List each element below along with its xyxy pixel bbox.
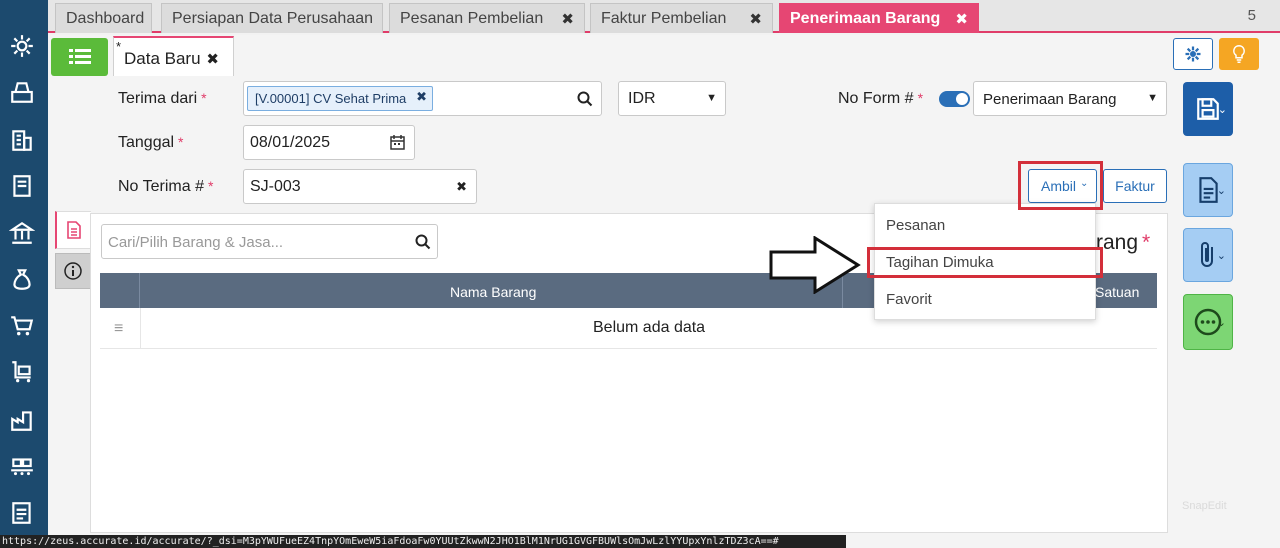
vendor-tag-label: [V.00001] CV Sehat Prima <box>255 91 407 106</box>
tab-count-badge[interactable]: 5 <box>1248 7 1256 24</box>
empty-state-text: Belum ada data <box>593 319 706 336</box>
watermark-text: SnapEdit <box>1182 500 1227 512</box>
ambil-highlight-box <box>1018 161 1103 210</box>
info-tab[interactable] <box>55 253 91 289</box>
tab-label: Pesanan Pembelian <box>400 9 544 27</box>
status-bar-url: https://zeus.accurate.id/accurate/?_dsi=… <box>0 535 846 548</box>
tab-label: Faktur Pembelian <box>601 9 727 27</box>
list-menu-button[interactable] <box>51 38 108 76</box>
shopping-cart-icon[interactable] <box>8 312 36 340</box>
tab-bar: Dashboard Persiapan Data Perusahaan Pesa… <box>48 0 1280 33</box>
cash-register-icon[interactable] <box>8 78 36 106</box>
document-icon <box>67 221 81 239</box>
column-nama-barang[interactable]: Nama Barang <box>450 284 536 300</box>
purchase-cart-icon[interactable] <box>8 358 36 386</box>
tanggal-label: Tanggal * <box>118 134 184 151</box>
no-form-toggle[interactable] <box>939 91 970 107</box>
chevron-down-icon: ▼ <box>706 92 717 104</box>
calendar-icon[interactable] <box>390 135 405 150</box>
clear-icon[interactable]: ✖ <box>456 179 467 195</box>
tips-button[interactable] <box>1219 38 1259 70</box>
tanggal-value: 08/01/2025 <box>250 134 331 151</box>
conveyor-icon[interactable] <box>8 452 36 480</box>
close-icon[interactable]: ✖ <box>206 50 219 68</box>
factory-icon[interactable] <box>8 406 36 434</box>
search-icon[interactable] <box>577 91 593 107</box>
chevron-down-icon: ⌄ <box>1217 103 1227 116</box>
no-terima-field[interactable]: SJ-003 ✖ <box>243 169 477 204</box>
terima-dari-label: Terima dari * <box>118 90 207 107</box>
pointer-arrow-icon <box>769 236 861 294</box>
tanggal-date-field[interactable]: 08/01/2025 <box>243 125 415 160</box>
column-divider <box>140 308 141 349</box>
save-button[interactable]: ⌄ <box>1183 82 1233 136</box>
subtab-label: Data Baru <box>124 49 201 68</box>
item-search-input[interactable]: Cari/Pilih Barang & Jasa... <box>101 224 438 259</box>
list-icon <box>68 49 91 64</box>
close-icon[interactable]: ✖ <box>955 10 968 28</box>
column-satuan[interactable]: Satuan <box>1095 284 1139 300</box>
no-terima-label: No Terima # * <box>118 178 214 195</box>
subtab-data-baru[interactable]: * Data Baru ✖ <box>113 36 234 76</box>
handle-column-header <box>100 273 140 308</box>
tab-label: Penerimaan Barang <box>790 9 941 27</box>
tab-pesanan-pembelian[interactable]: Pesanan Pembelian ✖ <box>389 3 585 33</box>
main-page: * Data Baru ✖ Terima dari * [V.00001] CV … <box>48 35 1280 548</box>
tab-label: Dashboard <box>66 9 145 27</box>
unsaved-marker: * <box>116 39 122 54</box>
document-actions-button[interactable]: ⌄ <box>1183 163 1233 217</box>
close-icon[interactable]: ✖ <box>749 10 762 28</box>
info-icon <box>64 262 82 280</box>
tax-document-icon[interactable] <box>8 499 36 527</box>
chevron-down-icon: ⌄ <box>1216 316 1226 329</box>
toggle-knob <box>956 93 968 105</box>
settings-gear-icon[interactable] <box>8 32 36 60</box>
currency-value: IDR <box>628 90 656 107</box>
chevron-down-icon: ⌄ <box>1216 249 1226 262</box>
ledger-book-icon[interactable] <box>8 172 36 200</box>
search-placeholder: Cari/Pilih Barang & Jasa... <box>108 234 284 251</box>
row-drag-handle[interactable]: ≡ <box>114 320 123 338</box>
form-type-value: Penerimaan Barang <box>983 91 1117 108</box>
form-settings-button[interactable] <box>1173 38 1213 70</box>
tagihan-dimuka-highlight-box <box>867 247 1103 278</box>
remove-tag-icon[interactable]: ✖ <box>416 89 427 105</box>
chevron-down-icon: ⌄ <box>1216 184 1226 197</box>
close-icon[interactable]: ✖ <box>561 10 574 28</box>
document-tab[interactable] <box>55 211 91 249</box>
form-type-select[interactable]: Penerimaan Barang ▼ <box>973 81 1167 116</box>
tab-penerimaan-barang[interactable]: Penerimaan Barang ✖ <box>779 3 979 33</box>
tab-dashboard[interactable]: Dashboard <box>55 3 152 33</box>
no-form-label: No Form # * <box>838 90 924 107</box>
lightbulb-icon <box>1233 44 1245 63</box>
paperclip-icon <box>1201 242 1213 267</box>
no-terima-value: SJ-003 <box>250 178 301 195</box>
vendor-select-field[interactable]: [V.00001] CV Sehat Prima ✖ <box>243 81 602 116</box>
tab-persiapan-data-perusahaan[interactable]: Persiapan Data Perusahaan <box>161 3 383 33</box>
faktur-label: Faktur <box>1115 178 1155 194</box>
tab-label: Persiapan Data Perusahaan <box>172 9 374 27</box>
tab-faktur-pembelian[interactable]: Faktur Pembelian ✖ <box>590 3 773 33</box>
attachment-button[interactable]: ⌄ <box>1183 228 1233 282</box>
dropdown-item-pesanan[interactable]: Pesanan <box>886 217 945 234</box>
more-options-button[interactable]: ⌄ <box>1183 294 1233 350</box>
section-title: rang * <box>1096 231 1151 254</box>
faktur-button[interactable]: Faktur <box>1103 169 1167 203</box>
gear-icon <box>1185 46 1201 62</box>
dropdown-item-favorit[interactable]: Favorit <box>886 291 932 308</box>
building-icon[interactable] <box>8 126 36 154</box>
chevron-down-icon: ▼ <box>1147 92 1158 104</box>
currency-select[interactable]: IDR ▼ <box>618 81 726 116</box>
bank-icon[interactable] <box>8 219 36 247</box>
search-icon[interactable] <box>415 234 431 250</box>
vendor-tag[interactable]: [V.00001] CV Sehat Prima ✖ <box>247 86 433 111</box>
money-bag-icon[interactable] <box>8 265 36 293</box>
left-sidebar <box>0 0 48 548</box>
